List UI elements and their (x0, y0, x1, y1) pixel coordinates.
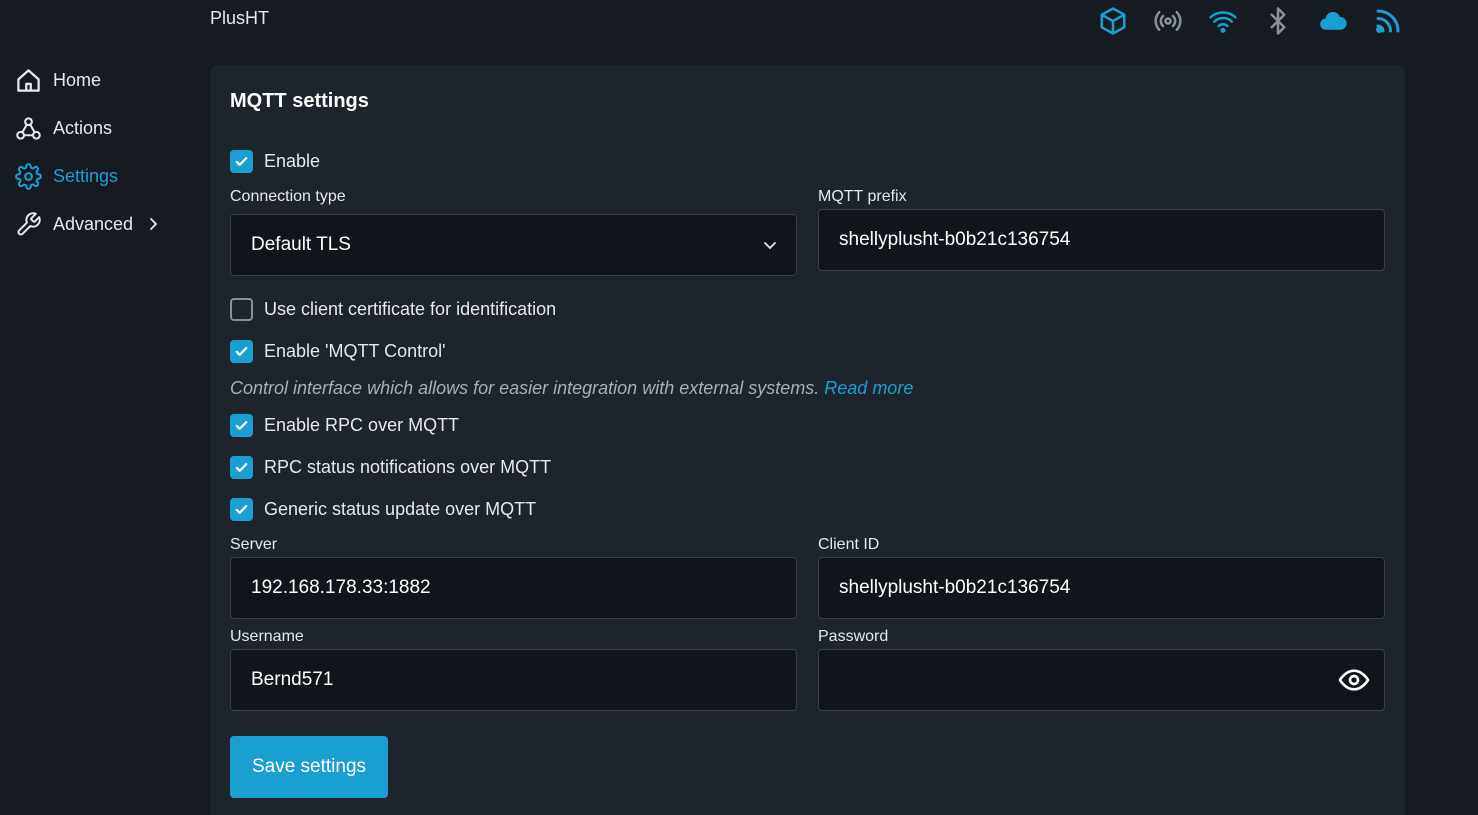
status-icons-bar (1096, 4, 1404, 38)
password-label: Password (818, 628, 889, 645)
card-title: MQTT settings (230, 90, 369, 112)
username-label: Username (230, 628, 304, 645)
rpc-status-label: RPC status notifications over MQTT (264, 457, 552, 477)
enable-checkbox-row[interactable]: Enable (230, 150, 320, 173)
sidebar-item-label: Advanced (53, 213, 134, 234)
bluetooth-icon[interactable] (1261, 5, 1294, 38)
cube-icon[interactable] (1096, 5, 1129, 38)
save-settings-button[interactable]: Save settings (230, 736, 388, 798)
mqtt-control-checkbox[interactable] (230, 340, 253, 363)
sidebar-item-advanced[interactable]: Advanced (0, 200, 200, 248)
mqtt-prefix-value: shellyplusht-b0b21c136754 (839, 229, 1071, 250)
rpc-checkbox-row[interactable]: Enable RPC over MQTT (230, 414, 459, 437)
chevron-down-icon (744, 240, 796, 250)
sidebar-item-settings[interactable]: Settings (0, 152, 200, 200)
app-root: PlusHT Home Actions Settings Advanced MQ… (0, 0, 1478, 815)
client-id-label: Client ID (818, 536, 880, 553)
client-id-value: shellyplusht-b0b21c136754 (839, 577, 1071, 598)
server-input[interactable]: 192.168.178.33:1882 (230, 557, 797, 619)
sidebar: Home Actions Settings Advanced (0, 56, 200, 248)
mqtt-prefix-label: MQTT prefix (818, 188, 907, 205)
hint-text: Control interface which allows for easie… (230, 378, 820, 398)
server-value: 192.168.178.33:1882 (251, 577, 431, 598)
cloud-icon[interactable] (1316, 5, 1349, 38)
username-value: Bernd571 (251, 669, 334, 690)
broadcast-icon[interactable] (1151, 5, 1184, 38)
sidebar-item-home[interactable]: Home (0, 56, 200, 104)
generic-status-label: Generic status update over MQTT (264, 499, 537, 519)
mqtt-settings-card: MQTT settings Enable Connection type Def… (210, 65, 1405, 815)
mqtt-control-hint: Control interface which allows for easie… (230, 378, 913, 399)
server-label: Server (230, 536, 278, 553)
rpc-status-checkbox[interactable] (230, 456, 253, 479)
device-name: PlusHT (210, 8, 270, 28)
connection-type-label: Connection type (230, 188, 346, 205)
generic-status-checkbox[interactable] (230, 498, 253, 521)
client-cert-checkbox-row[interactable]: Use client certificate for identificatio… (230, 298, 556, 321)
rss-icon[interactable] (1371, 5, 1404, 38)
client-cert-label: Use client certificate for identificatio… (264, 299, 557, 319)
client-id-input[interactable]: shellyplusht-b0b21c136754 (818, 557, 1385, 619)
read-more-link[interactable]: Read more (824, 378, 913, 398)
rpc-label: Enable RPC over MQTT (264, 415, 460, 435)
sidebar-item-actions[interactable]: Actions (0, 104, 200, 152)
mqtt-prefix-input[interactable]: shellyplusht-b0b21c136754 (818, 209, 1385, 271)
password-input[interactable] (818, 649, 1385, 711)
mqtt-control-label: Enable 'MQTT Control' (264, 341, 446, 361)
connection-type-select[interactable]: Default TLS (230, 214, 797, 276)
gear-icon (15, 162, 42, 190)
chevron-right-icon (147, 217, 159, 231)
username-input[interactable]: Bernd571 (230, 649, 797, 711)
wrench-icon (15, 211, 42, 238)
eye-icon[interactable] (1324, 664, 1384, 696)
mqtt-control-checkbox-row[interactable]: Enable 'MQTT Control' (230, 340, 446, 363)
client-cert-checkbox[interactable] (230, 298, 253, 321)
rpc-status-checkbox-row[interactable]: RPC status notifications over MQTT (230, 456, 551, 479)
webhook-icon (15, 115, 42, 142)
sidebar-item-label: Actions (53, 117, 113, 138)
rpc-checkbox[interactable] (230, 414, 253, 437)
wifi-icon[interactable] (1206, 5, 1239, 38)
enable-label: Enable (264, 151, 321, 171)
connection-type-value: Default TLS (251, 234, 351, 255)
enable-checkbox[interactable] (230, 150, 253, 173)
home-icon (15, 67, 42, 94)
sidebar-item-label: Settings (53, 165, 119, 186)
generic-status-checkbox-row[interactable]: Generic status update over MQTT (230, 498, 536, 521)
sidebar-item-label: Home (53, 69, 102, 90)
